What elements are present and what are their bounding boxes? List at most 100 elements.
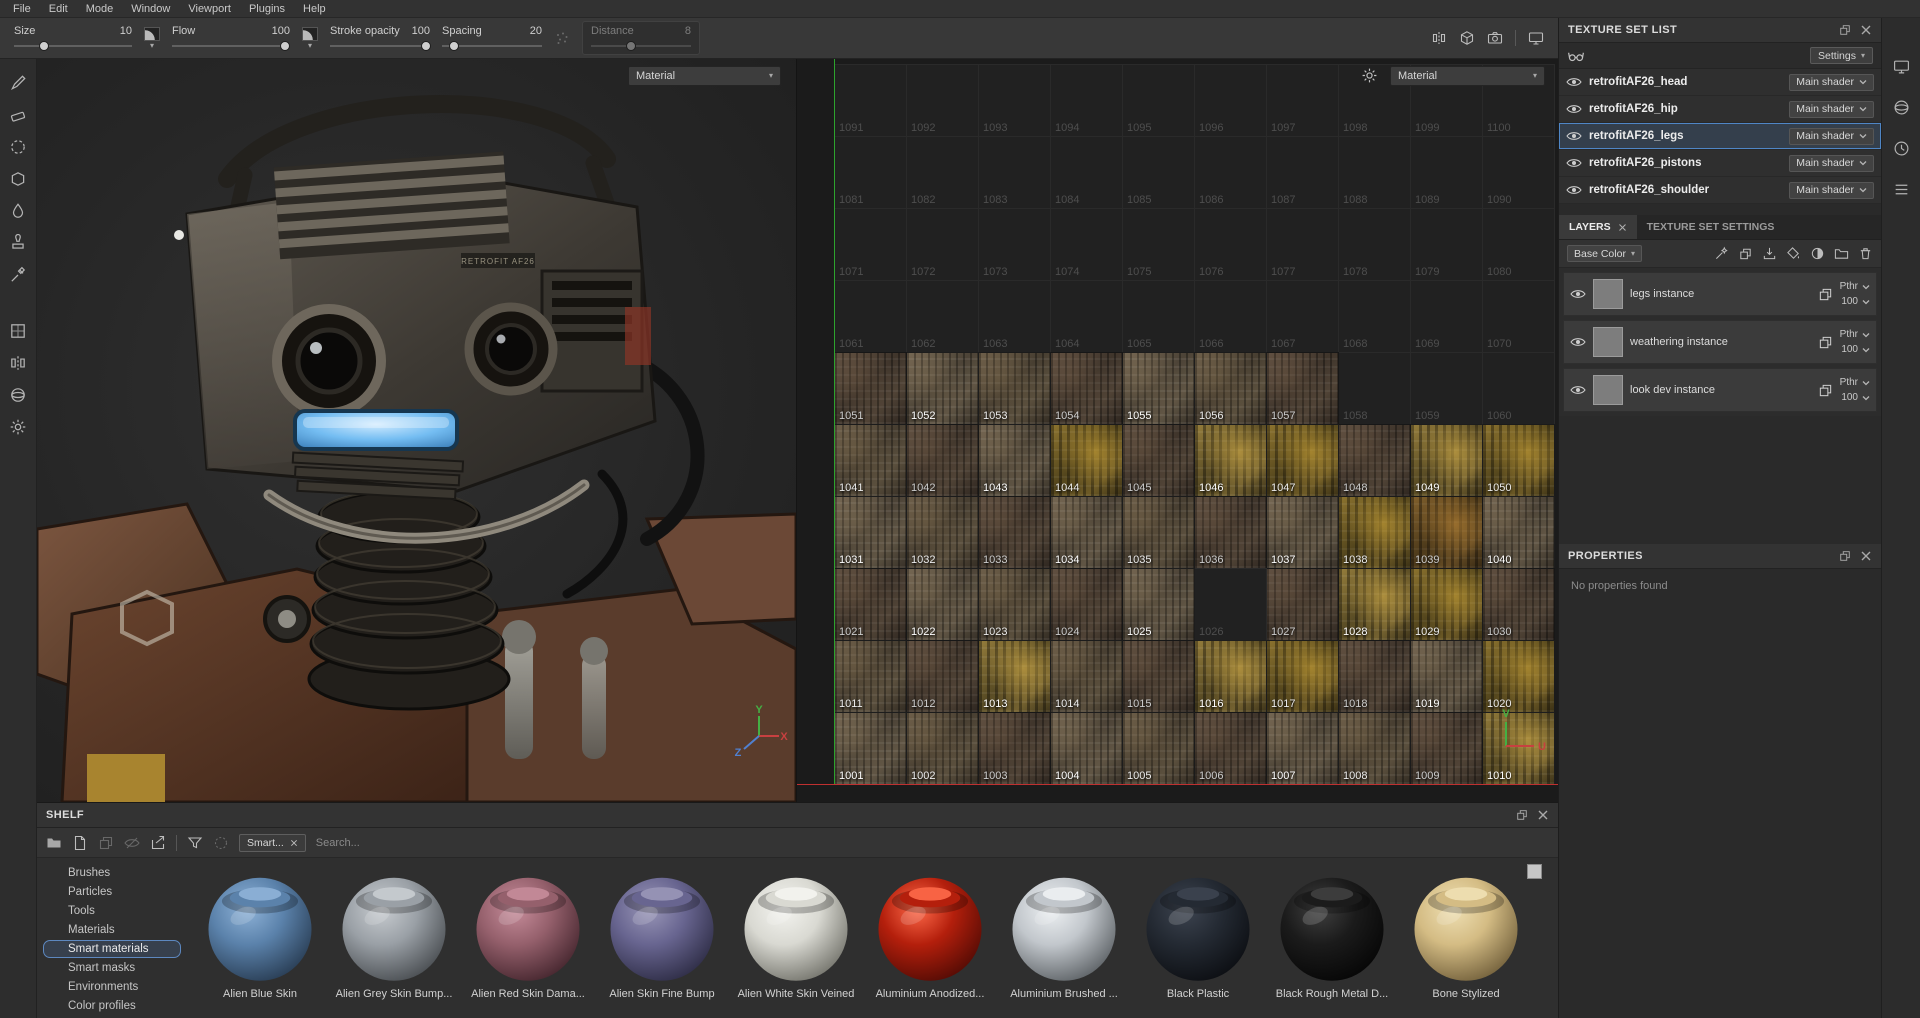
udim-tile-1037[interactable]: 1037 — [1267, 496, 1339, 568]
texture-set-row[interactable]: retrofitAF26_pistonsMain shader — [1559, 150, 1881, 177]
texture-set-row[interactable]: retrofitAF26_legsMain shader — [1559, 123, 1881, 150]
udim-tile-1096[interactable]: 1096 — [1195, 64, 1267, 136]
udim-tile-1059[interactable]: 1059 — [1411, 352, 1483, 424]
symmetry-toggle-icon[interactable] — [1431, 30, 1447, 46]
shader-dropdown[interactable]: Main shader — [1789, 101, 1874, 118]
popout-panel-icon[interactable] — [1839, 550, 1851, 562]
viewport-3d[interactable]: RETROFIT AF26 Material▾ Y X — [37, 59, 796, 802]
size-slider-knob[interactable] — [39, 41, 49, 51]
mask-icon[interactable] — [1810, 246, 1825, 261]
texture-set-visibility-icon[interactable] — [1566, 184, 1582, 196]
flow-falloff-widget[interactable]: ▾ — [302, 27, 318, 50]
material-item[interactable]: Alien Blue Skin — [193, 871, 327, 1000]
udim-tile-1073[interactable]: 1073 — [979, 208, 1051, 280]
udim-tile-1092[interactable]: 1092 — [907, 64, 979, 136]
udim-tile-1066[interactable]: 1066 — [1195, 280, 1267, 352]
udim-tile-1024[interactable]: 1024 — [1051, 568, 1123, 640]
texture-set-visibility-icon[interactable] — [1566, 103, 1582, 115]
udim-tile-1065[interactable]: 1065 — [1123, 280, 1195, 352]
close-tab-icon[interactable] — [1618, 223, 1627, 232]
projection-tool-icon[interactable] — [9, 138, 27, 156]
udim-tile-1081[interactable]: 1081 — [835, 136, 907, 208]
shelf-category-environments[interactable]: Environments — [43, 978, 181, 996]
instance-link-icon[interactable] — [1818, 335, 1833, 350]
screenshot-icon[interactable] — [1528, 30, 1544, 46]
udim-tile-1097[interactable]: 1097 — [1267, 64, 1339, 136]
layer-opacity-dropdown[interactable]: 100 — [1841, 392, 1870, 403]
udim-tile-1076[interactable]: 1076 — [1195, 208, 1267, 280]
stroke-opacity-slider[interactable] — [330, 41, 430, 51]
udim-tile-1087[interactable]: 1087 — [1267, 136, 1339, 208]
udim-tile-1044[interactable]: 1044 — [1051, 424, 1123, 496]
shader-dropdown[interactable]: Main shader — [1789, 128, 1874, 145]
udim-tile-1095[interactable]: 1095 — [1123, 64, 1195, 136]
instance-icon[interactable] — [1738, 246, 1753, 261]
layer-row[interactable]: weathering instancePthr100 — [1563, 320, 1877, 364]
camera-icon[interactable] — [1487, 30, 1503, 46]
udim-tile-1018[interactable]: 1018 — [1339, 640, 1411, 712]
duplicate-icon[interactable] — [98, 835, 114, 851]
eraser-tool-icon[interactable] — [9, 106, 27, 124]
udim-tile-1062[interactable]: 1062 — [907, 280, 979, 352]
udim-tile-1040[interactable]: 1040 — [1483, 496, 1555, 568]
filter-icon[interactable] — [187, 835, 203, 851]
udim-tile-1082[interactable]: 1082 — [907, 136, 979, 208]
udim-tile-1025[interactable]: 1025 — [1123, 568, 1195, 640]
udim-tile-1067[interactable]: 1067 — [1267, 280, 1339, 352]
texture-set-row[interactable]: retrofitAF26_hipMain shader — [1559, 96, 1881, 123]
udim-tile-1016[interactable]: 1016 — [1195, 640, 1267, 712]
material-item[interactable]: Alien Skin Fine Bump — [595, 871, 729, 1000]
udim-tile-1009[interactable]: 1009 — [1411, 712, 1483, 784]
udim-tile-1083[interactable]: 1083 — [979, 136, 1051, 208]
texture-set-row[interactable]: retrofitAF26_headMain shader — [1559, 69, 1881, 96]
material-picker-tool-icon[interactable] — [9, 266, 27, 284]
udim-tile-1088[interactable]: 1088 — [1339, 136, 1411, 208]
spacing-slider[interactable] — [442, 41, 542, 51]
udim-tile-1036[interactable]: 1036 — [1195, 496, 1267, 568]
blend-mode-dropdown[interactable]: Pthr — [1840, 377, 1870, 388]
open-folder-icon[interactable] — [46, 835, 62, 851]
udim-tile-1015[interactable]: 1015 — [1123, 640, 1195, 712]
shader-dropdown[interactable]: Main shader — [1789, 74, 1874, 91]
udim-tile-1094[interactable]: 1094 — [1051, 64, 1123, 136]
udim-tile-1068[interactable]: 1068 — [1339, 280, 1411, 352]
new-resource-icon[interactable] — [72, 835, 88, 851]
udim-tile-1045[interactable]: 1045 — [1123, 424, 1195, 496]
log-icon[interactable] — [1893, 181, 1910, 198]
udim-tile-1091[interactable]: 1091 — [835, 64, 907, 136]
udim-tile-1013[interactable]: 1013 — [979, 640, 1051, 712]
udim-tile-1001[interactable]: 1001 — [835, 712, 907, 784]
search-input[interactable] — [316, 837, 746, 849]
close-panel-icon[interactable] — [1860, 24, 1872, 36]
material-mode-dropdown-3d[interactable]: Material▾ — [628, 66, 781, 86]
udim-tile-1064[interactable]: 1064 — [1051, 280, 1123, 352]
menu-item-plugins[interactable]: Plugins — [240, 0, 294, 18]
udim-tile-1052[interactable]: 1052 — [907, 352, 979, 424]
toggle-visibility-icon[interactable] — [124, 835, 140, 851]
smudge-tool-icon[interactable] — [9, 202, 27, 220]
export-icon[interactable] — [150, 835, 166, 851]
udim-tile-1028[interactable]: 1028 — [1339, 568, 1411, 640]
viewport-settings-gear-icon[interactable] — [1361, 67, 1378, 84]
udim-tile-1026[interactable]: 1026 — [1195, 568, 1267, 640]
udim-tile-1023[interactable]: 1023 — [979, 568, 1051, 640]
shelf-category-brushes[interactable]: Brushes — [43, 864, 181, 882]
udim-tile-1072[interactable]: 1072 — [907, 208, 979, 280]
orientation-gizmo-3d[interactable]: Y X Z — [730, 704, 788, 762]
add-folder-icon[interactable] — [1834, 246, 1849, 261]
popout-panel-icon[interactable] — [1839, 24, 1851, 36]
shelf-category-smart-materials[interactable]: Smart materials — [43, 940, 181, 958]
instance-link-icon[interactable] — [1818, 287, 1833, 302]
udim-tile-1075[interactable]: 1075 — [1123, 208, 1195, 280]
udim-tile-1058[interactable]: 1058 — [1339, 352, 1411, 424]
udim-tile-1048[interactable]: 1048 — [1339, 424, 1411, 496]
size-slider[interactable] — [14, 41, 132, 51]
texture-set-visibility-icon[interactable] — [1566, 76, 1582, 88]
udim-tile-1039[interactable]: 1039 — [1411, 496, 1483, 568]
layer-visibility-icon[interactable] — [1570, 288, 1586, 300]
blend-mode-dropdown[interactable]: Pthr — [1840, 281, 1870, 292]
spacing-slider-knob[interactable] — [449, 41, 459, 51]
material-item[interactable]: Black Plastic — [1131, 871, 1265, 1000]
material-item[interactable]: Bone Stylized — [1399, 871, 1533, 1000]
remove-filter-icon[interactable] — [290, 839, 298, 847]
